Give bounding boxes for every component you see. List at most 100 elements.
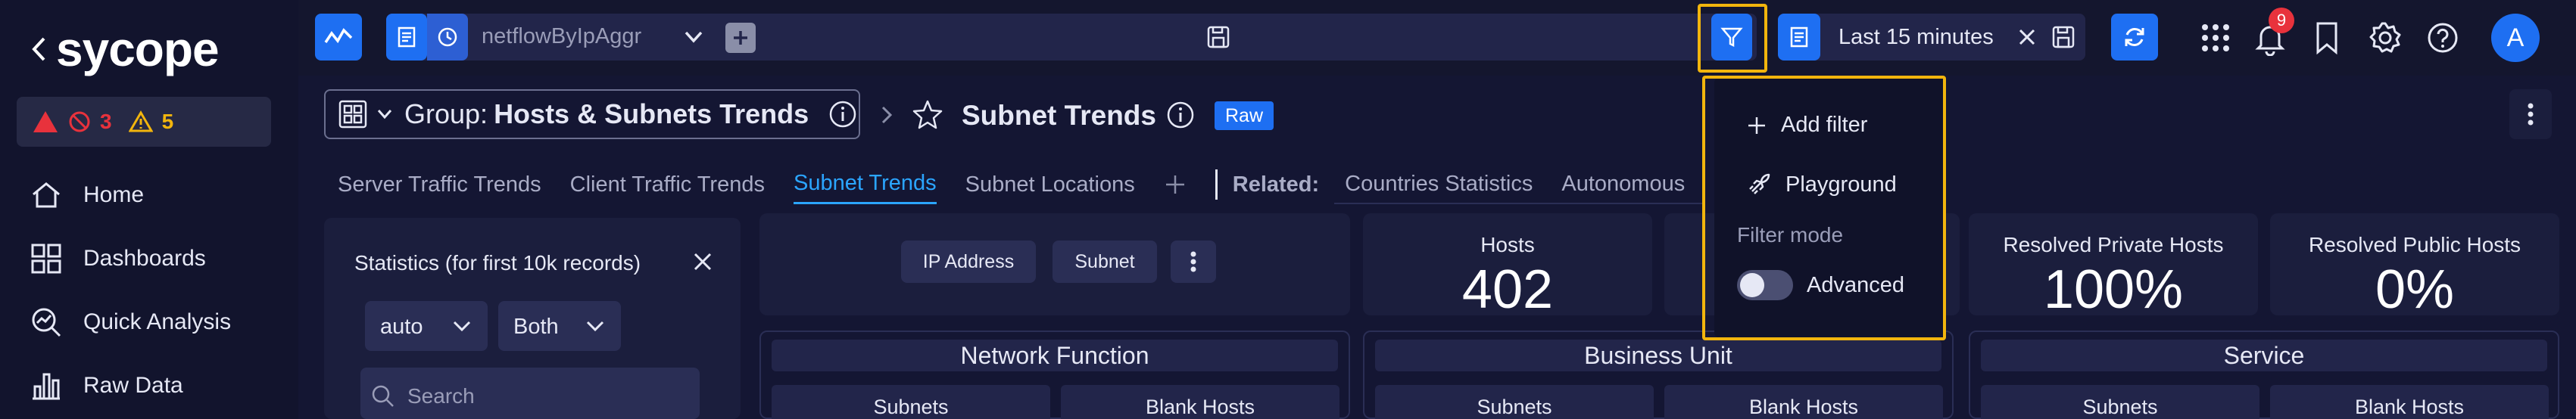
chip-ip-address[interactable]: IP Address [901, 241, 1036, 283]
page-title: Subnet Trends [962, 100, 1156, 131]
chip-subnet[interactable]: Subnet [1053, 241, 1157, 283]
query-history-button[interactable] [427, 14, 468, 61]
statistics-title: Statistics (for first 10k records) [354, 251, 641, 275]
close-icon[interactable] [692, 251, 713, 272]
notifications-button[interactable]: 9 [2255, 8, 2294, 57]
notification-badge: 9 [2269, 8, 2294, 33]
info-icon[interactable] [1166, 101, 1195, 129]
network-function-subnets: Subnets [772, 385, 1050, 419]
query-selector[interactable]: netflowByIpAggr [386, 14, 1757, 61]
search-input[interactable]: Search [407, 384, 475, 408]
nav-dashboards[interactable]: Dashboards [29, 236, 206, 281]
more-vertical-icon [1190, 251, 1196, 272]
time-range-selector[interactable]: Last 15 minutes [1778, 14, 2085, 61]
tab-client-traffic-trends[interactable]: Client Traffic Trends [570, 165, 765, 204]
direction-select[interactable]: Both [498, 301, 621, 351]
kpi-resolved-public-hosts: Resolved Public Hosts 0% [2270, 213, 2559, 320]
raw-data-icon [33, 373, 60, 400]
nav-home[interactable]: Home [29, 172, 144, 218]
add-query-button[interactable] [725, 23, 756, 53]
dashboards-icon [31, 244, 61, 274]
aggregation-select-value: auto [380, 315, 423, 339]
chevron-left-icon[interactable] [30, 36, 47, 62]
top-toolbar: netflowByIpAggr Last 15 minutes 9 A [298, 0, 2576, 76]
logo[interactable]: sycope [30, 22, 220, 76]
star-icon[interactable] [912, 98, 943, 130]
bookmark-icon[interactable] [2314, 21, 2340, 54]
activity-icon [324, 28, 353, 44]
statistics-search[interactable]: Search [360, 368, 700, 419]
nav-home-label: Home [83, 182, 145, 207]
time-range-label: Last 15 minutes [1838, 25, 1994, 49]
related-label: Related: [1232, 172, 1320, 197]
business-unit-subnets: Subnets [1375, 385, 1654, 419]
document-icon [398, 26, 416, 48]
service-subnets: Subnets [1981, 385, 2259, 419]
nav-raw-data-label: Raw Data [83, 373, 183, 398]
chips-menu-button[interactable] [1171, 241, 1216, 283]
plus-icon [734, 31, 747, 45]
nav-quick-analysis-label: Quick Analysis [83, 309, 232, 334]
section-service-title: Service [1981, 340, 2547, 371]
add-tab-icon[interactable] [1164, 173, 1187, 196]
refresh-icon [2125, 28, 2144, 46]
quick-analysis-icon [32, 308, 61, 337]
tab-subnet-trends[interactable]: Subnet Trends [793, 165, 937, 204]
warning-count: 5 [161, 110, 174, 133]
filter-button-highlight [1698, 4, 1767, 73]
settings-gear-icon[interactable] [2369, 21, 2402, 54]
query-name: netflowByIpAggr [482, 24, 642, 48]
filter-menu-highlight [1702, 76, 1946, 340]
dashboard-tabs: Server Traffic Trends Client Traffic Tre… [324, 165, 1706, 204]
chevron-down-icon[interactable] [683, 29, 704, 45]
sidebar: sycope 3 5 Home Dashboards Quick Analysi… [0, 0, 298, 419]
kpi-hosts-title: Hosts [1480, 233, 1535, 256]
kpi-resolved-public-title: Resolved Public Hosts [2308, 233, 2521, 256]
related-autonomous[interactable]: Autonomous [1561, 172, 1685, 197]
business-unit-blank-hosts: Blank Hosts [1664, 385, 1943, 419]
nav-quick-analysis[interactable]: Quick Analysis [29, 300, 231, 345]
section-business-unit: Business Unit Subnets Blank Hosts [1363, 331, 1954, 419]
alerts-summary[interactable]: 3 5 [17, 97, 271, 147]
group-name: Hosts & Subnets Trends [494, 98, 809, 129]
chevron-down-icon [586, 321, 604, 332]
apps-grid-icon[interactable] [2200, 23, 2231, 53]
group-prefix: Group: [404, 98, 488, 129]
saved-query-button[interactable] [386, 14, 427, 61]
chevron-down-icon [377, 110, 392, 119]
home-icon [33, 182, 60, 208]
nav-raw-data[interactable]: Raw Data [29, 363, 183, 408]
section-network-function-title: Network Function [772, 340, 1338, 371]
save-time-icon[interactable] [2051, 24, 2076, 50]
tab-server-traffic-trends[interactable]: Server Traffic Trends [338, 165, 541, 204]
kpi-resolved-private-value: 100% [2043, 259, 2184, 320]
kpi-resolved-private-title: Resolved Private Hosts [2003, 233, 2224, 256]
critical-count: 3 [100, 110, 112, 133]
network-function-blank-hosts: Blank Hosts [1061, 385, 1339, 419]
tab-subnet-locations[interactable]: Subnet Locations [965, 165, 1135, 204]
info-icon[interactable] [828, 100, 857, 129]
page-menu-button[interactable] [2509, 89, 2552, 139]
dashboard-group-selector[interactable]: Group: Hosts & Subnets Trends [324, 89, 860, 139]
help-icon[interactable] [2426, 21, 2459, 54]
kpi-resolved-public-value: 0% [2375, 259, 2455, 320]
grid-view-icon [338, 100, 367, 129]
time-presets-button[interactable] [1778, 14, 1820, 61]
warning-triangle-icon [33, 111, 58, 132]
search-icon [372, 385, 394, 407]
user-avatar[interactable]: A [2491, 14, 2540, 62]
critical-alert-icon [69, 111, 90, 132]
chevron-right-icon [881, 106, 893, 124]
tabs-divider [1215, 169, 1218, 200]
aggregation-select[interactable]: auto [365, 301, 488, 351]
service-blank-hosts: Blank Hosts [2270, 385, 2549, 419]
refresh-button[interactable] [2111, 14, 2158, 61]
related-countries-statistics[interactable]: Countries Statistics [1345, 172, 1533, 197]
save-query-icon[interactable] [1205, 24, 1231, 50]
direction-select-value: Both [513, 315, 559, 339]
document-icon [1790, 26, 1808, 48]
nav-dashboards-label: Dashboards [83, 246, 206, 271]
section-service: Service Subnets Blank Hosts [1969, 331, 2559, 419]
analytics-button[interactable] [315, 14, 362, 61]
close-icon[interactable] [2017, 27, 2037, 47]
